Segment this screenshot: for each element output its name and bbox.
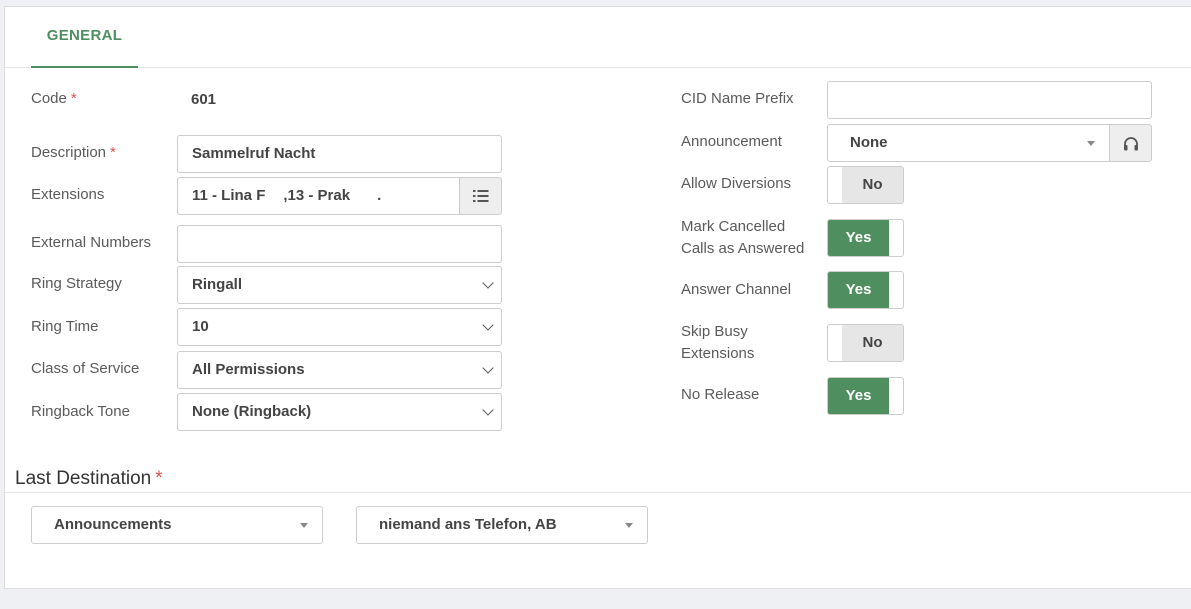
chevron-down-icon bbox=[482, 404, 494, 416]
code-label: Code * bbox=[31, 90, 77, 107]
toggle-state: Yes bbox=[828, 220, 889, 256]
no-release-label: No Release bbox=[681, 386, 760, 403]
ring-time-label: Ring Time bbox=[31, 318, 99, 335]
class-of-service-label: Class of Service bbox=[31, 360, 140, 377]
headphones-icon bbox=[1124, 137, 1138, 151]
toggle-state: No bbox=[842, 325, 903, 361]
no-release-toggle[interactable]: Yes bbox=[827, 377, 904, 415]
ring-strategy-select[interactable]: Ringall bbox=[177, 266, 502, 304]
announcement-value: None bbox=[850, 134, 888, 151]
ring-strategy-value: Ringall bbox=[192, 276, 243, 293]
chevron-down-icon bbox=[482, 319, 494, 331]
announcement-label: Announcement bbox=[681, 133, 782, 150]
description-input[interactable]: Sammelruf Nacht bbox=[177, 135, 502, 173]
caret-down-icon bbox=[1087, 141, 1095, 146]
destination-target-value: niemand ans Telefon, AB bbox=[379, 516, 557, 533]
extensions-list-button[interactable] bbox=[459, 177, 502, 215]
play-announcement-button[interactable] bbox=[1109, 124, 1152, 162]
mark-cancelled-toggle[interactable]: Yes bbox=[827, 219, 904, 257]
extensions-input[interactable]: 11 - Lina F ,13 - Prak . bbox=[177, 177, 460, 215]
ringback-tone-value: None (Ringback) bbox=[192, 403, 312, 420]
ring-strategy-label: Ring Strategy bbox=[31, 275, 122, 292]
ring-time-select[interactable]: 10 bbox=[177, 308, 502, 346]
cid-name-prefix-label: CID Name Prefix bbox=[681, 90, 794, 107]
allow-diversions-label: Allow Diversions bbox=[681, 175, 792, 192]
section-divider bbox=[5, 492, 1191, 493]
caret-down-icon bbox=[625, 523, 633, 528]
skip-busy-toggle[interactable]: No bbox=[827, 324, 904, 362]
chevron-down-icon bbox=[482, 277, 494, 289]
external-numbers-input[interactable] bbox=[177, 225, 502, 263]
answer-channel-label: Answer Channel bbox=[681, 281, 792, 298]
toggle-state: Yes bbox=[828, 378, 889, 414]
destination-type-select[interactable]: Announcements bbox=[31, 506, 323, 544]
tab-bar: GENERAL bbox=[5, 7, 1191, 68]
tab-general[interactable]: GENERAL bbox=[31, 7, 138, 68]
destination-type-value: Announcements bbox=[54, 516, 172, 533]
description-label: Description * bbox=[31, 144, 116, 161]
caret-down-icon bbox=[300, 523, 308, 528]
ringback-tone-select[interactable]: None (Ringback) bbox=[177, 393, 502, 431]
list-icon bbox=[473, 190, 489, 202]
ring-time-value: 10 bbox=[192, 318, 209, 335]
class-of-service-value: All Permissions bbox=[192, 361, 305, 378]
toggle-state: Yes bbox=[828, 272, 889, 308]
destination-target-select[interactable]: niemand ans Telefon, AB bbox=[356, 506, 648, 544]
last-destination-heading: Last Destination * bbox=[15, 468, 163, 489]
chevron-down-icon bbox=[482, 362, 494, 374]
mark-cancelled-label: Mark Cancelled Calls as Answered bbox=[681, 218, 805, 257]
ringback-tone-label: Ringback Tone bbox=[31, 403, 130, 420]
answer-channel-toggle[interactable]: Yes bbox=[827, 271, 904, 309]
toggle-state: No bbox=[842, 167, 903, 203]
allow-diversions-toggle[interactable]: No bbox=[827, 166, 904, 204]
external-numbers-label: External Numbers bbox=[31, 234, 152, 251]
settings-panel: GENERAL Code * 601 Description * Sammelruf… bbox=[4, 6, 1191, 589]
class-of-service-select[interactable]: All Permissions bbox=[177, 351, 502, 389]
cid-name-prefix-input[interactable] bbox=[827, 81, 1152, 119]
code-value: 601 bbox=[191, 91, 217, 108]
extensions-label: Extensions bbox=[31, 186, 105, 203]
skip-busy-label: Skip Busy Extensions bbox=[681, 323, 755, 362]
announcement-select[interactable]: None bbox=[827, 124, 1110, 162]
